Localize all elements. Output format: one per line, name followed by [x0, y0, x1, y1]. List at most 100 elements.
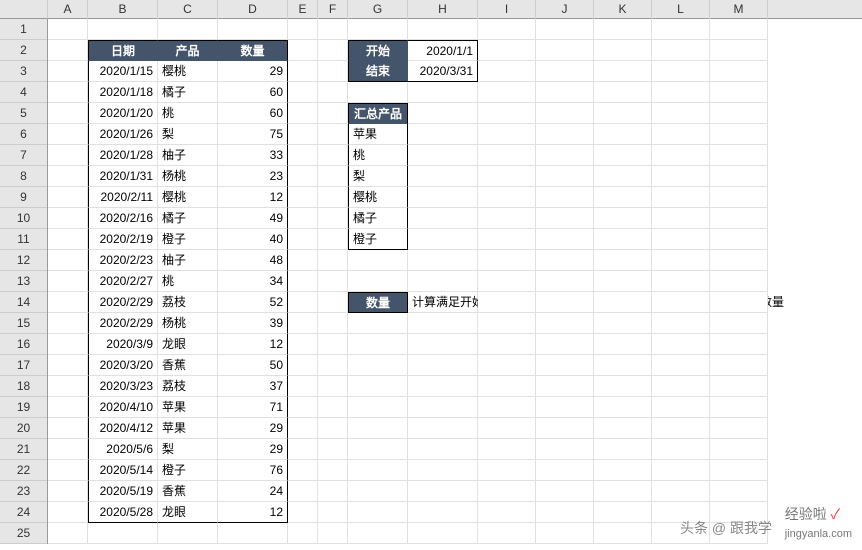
cell-J20[interactable] [536, 418, 594, 439]
cell-E24[interactable] [288, 502, 318, 523]
cell-H25[interactable] [408, 523, 478, 544]
cell-L10[interactable] [652, 208, 710, 229]
cell-H12[interactable] [408, 250, 478, 271]
cell-L21[interactable] [652, 439, 710, 460]
cell-E21[interactable] [288, 439, 318, 460]
cell-J19[interactable] [536, 397, 594, 418]
cell-M6[interactable] [710, 124, 768, 145]
cell-E5[interactable] [288, 103, 318, 124]
cell-D16[interactable]: 12 [218, 334, 288, 355]
cell-E16[interactable] [288, 334, 318, 355]
cell-G21[interactable] [348, 439, 408, 460]
cell-A24[interactable] [48, 502, 88, 523]
row-header-9[interactable]: 9 [0, 187, 47, 208]
cell-M12[interactable] [710, 250, 768, 271]
cell-F25[interactable] [318, 523, 348, 544]
cell-L18[interactable] [652, 376, 710, 397]
row-header-22[interactable]: 22 [0, 460, 47, 481]
cell-K17[interactable] [594, 355, 652, 376]
cell-D25[interactable] [218, 523, 288, 544]
cell-F3[interactable] [318, 61, 348, 82]
cell-A1[interactable] [48, 19, 88, 40]
cell-D9[interactable]: 12 [218, 187, 288, 208]
cell-L22[interactable] [652, 460, 710, 481]
cell-F19[interactable] [318, 397, 348, 418]
col-header-L[interactable]: L [652, 0, 710, 19]
cell-D10[interactable]: 49 [218, 208, 288, 229]
cell-I20[interactable] [478, 418, 536, 439]
cell-A3[interactable] [48, 61, 88, 82]
cell-A10[interactable] [48, 208, 88, 229]
cell-K13[interactable] [594, 271, 652, 292]
cell-G16[interactable] [348, 334, 408, 355]
cell-D11[interactable]: 40 [218, 229, 288, 250]
cell-K19[interactable] [594, 397, 652, 418]
cell-F16[interactable] [318, 334, 348, 355]
cell-I10[interactable] [478, 208, 536, 229]
cell-J4[interactable] [536, 82, 594, 103]
cell-C22[interactable]: 橙子 [158, 460, 218, 481]
cell-F11[interactable] [318, 229, 348, 250]
cell-D2[interactable]: 数量 [218, 40, 288, 61]
cell-G25[interactable] [348, 523, 408, 544]
cell-A18[interactable] [48, 376, 88, 397]
cell-E25[interactable] [288, 523, 318, 544]
cell-A12[interactable] [48, 250, 88, 271]
cell-J24[interactable] [536, 502, 594, 523]
cell-C12[interactable]: 柚子 [158, 250, 218, 271]
cell-J2[interactable] [536, 40, 594, 61]
row-header-15[interactable]: 15 [0, 313, 47, 334]
cell-E12[interactable] [288, 250, 318, 271]
cell-J21[interactable] [536, 439, 594, 460]
col-header-M[interactable]: M [710, 0, 768, 19]
cell-C8[interactable]: 杨桃 [158, 166, 218, 187]
cell-F9[interactable] [318, 187, 348, 208]
cell-E20[interactable] [288, 418, 318, 439]
cell-E7[interactable] [288, 145, 318, 166]
cell-J7[interactable] [536, 145, 594, 166]
row-header-8[interactable]: 8 [0, 166, 47, 187]
cell-K22[interactable] [594, 460, 652, 481]
cell-H24[interactable] [408, 502, 478, 523]
cell-G2[interactable]: 开始 [348, 40, 408, 61]
cell-I19[interactable] [478, 397, 536, 418]
cell-D13[interactable]: 34 [218, 271, 288, 292]
cell-A23[interactable] [48, 481, 88, 502]
cell-I5[interactable] [478, 103, 536, 124]
cell-J10[interactable] [536, 208, 594, 229]
cell-H19[interactable] [408, 397, 478, 418]
cell-D1[interactable] [218, 19, 288, 40]
cell-I4[interactable] [478, 82, 536, 103]
cell-D19[interactable]: 71 [218, 397, 288, 418]
cell-I15[interactable] [478, 313, 536, 334]
cell-G7[interactable]: 桃 [348, 145, 408, 166]
cell-C6[interactable]: 梨 [158, 124, 218, 145]
cell-J13[interactable] [536, 271, 594, 292]
cell-B16[interactable]: 2020/3/9 [88, 334, 158, 355]
cell-A14[interactable] [48, 292, 88, 313]
cell-B5[interactable]: 2020/1/20 [88, 103, 158, 124]
cell-G8[interactable]: 梨 [348, 166, 408, 187]
cell-L16[interactable] [652, 334, 710, 355]
cell-M10[interactable] [710, 208, 768, 229]
cell-C20[interactable]: 苹果 [158, 418, 218, 439]
cell-C10[interactable]: 橘子 [158, 208, 218, 229]
cell-M23[interactable] [710, 481, 768, 502]
cell-D20[interactable]: 29 [218, 418, 288, 439]
col-header-I[interactable]: I [478, 0, 536, 19]
cell-M22[interactable] [710, 460, 768, 481]
cell-D5[interactable]: 60 [218, 103, 288, 124]
cell-K20[interactable] [594, 418, 652, 439]
cell-J5[interactable] [536, 103, 594, 124]
cell-F8[interactable] [318, 166, 348, 187]
cell-B18[interactable]: 2020/3/23 [88, 376, 158, 397]
cell-G5[interactable]: 汇总产品 [348, 103, 408, 124]
cell-G22[interactable] [348, 460, 408, 481]
cell-K18[interactable] [594, 376, 652, 397]
cell-D23[interactable]: 24 [218, 481, 288, 502]
cell-B15[interactable]: 2020/2/29 [88, 313, 158, 334]
cell-C16[interactable]: 龙眼 [158, 334, 218, 355]
cell-B12[interactable]: 2020/2/23 [88, 250, 158, 271]
cell-H14[interactable]: 计算满足开始日期和结束日期的时间区间内，上面需要汇总的产品数量 [408, 292, 478, 313]
cell-A8[interactable] [48, 166, 88, 187]
